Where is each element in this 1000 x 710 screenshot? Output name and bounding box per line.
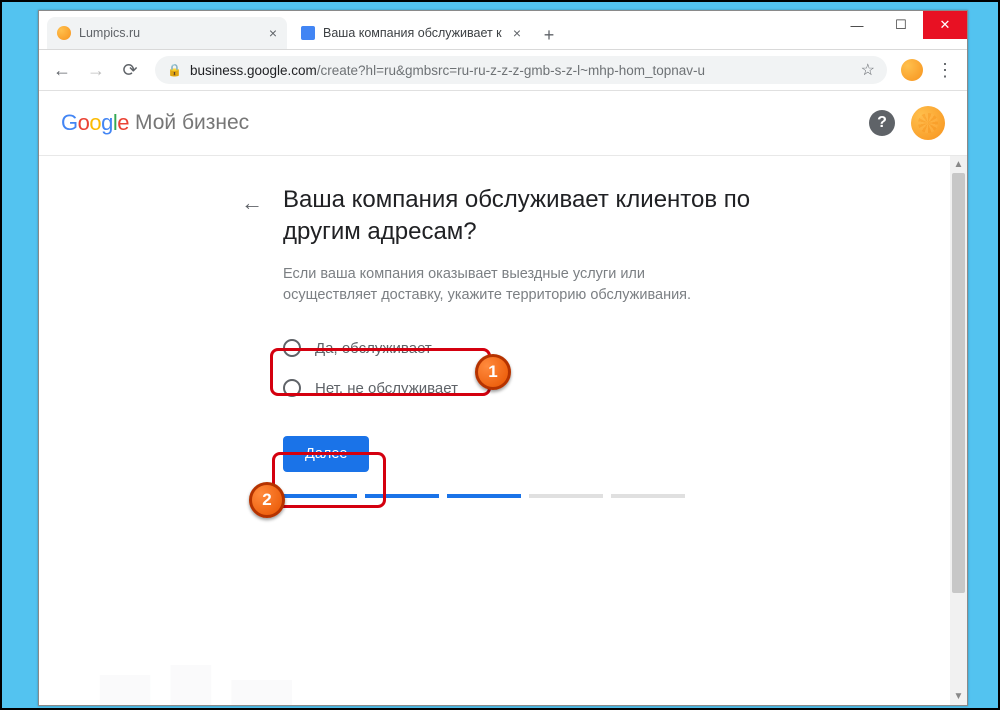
gmb-favicon-icon <box>301 26 315 40</box>
address-bar[interactable]: 🔒 business.google.com/create?hl=ru&gmbsr… <box>155 56 887 84</box>
progress-seg <box>529 494 603 498</box>
minimize-button[interactable]: — <box>835 11 879 39</box>
new-tab-button[interactable]: + <box>535 21 563 49</box>
close-tab-icon[interactable]: × <box>269 25 277 41</box>
radio-label-no: Нет, не обслуживает <box>315 380 458 397</box>
account-avatar[interactable] <box>911 106 945 140</box>
progress-seg <box>283 494 357 498</box>
page-header: Google Мой бизнес ? <box>39 91 967 156</box>
background-skyline-icon <box>39 655 950 705</box>
close-window-button[interactable]: ✕ <box>923 11 967 39</box>
scroll-down-icon[interactable]: ▼ <box>950 688 967 705</box>
extension-orange-icon[interactable] <box>901 59 923 81</box>
next-button[interactable]: Далее <box>283 436 369 472</box>
content-wrap: ← Ваша компания обслуживает клиентов по … <box>39 156 967 705</box>
browser-menu-button[interactable]: ⋮ <box>931 56 959 84</box>
tab-google-business[interactable]: Ваша компания обслуживает к × <box>291 17 531 49</box>
radio-icon <box>283 379 301 397</box>
title-bar: Lumpics.ru × Ваша компания обслуживает к… <box>39 11 967 50</box>
scroll-thumb[interactable] <box>952 173 965 593</box>
url-text: business.google.com/create?hl=ru&gmbsrc=… <box>190 63 853 78</box>
tab-title: Lumpics.ru <box>79 26 263 40</box>
progress-seg <box>447 494 521 498</box>
back-button[interactable]: ← <box>47 55 77 85</box>
scroll-up-icon[interactable]: ▲ <box>950 156 967 173</box>
tab-strip: Lumpics.ru × Ваша компания обслуживает к… <box>39 11 563 49</box>
browser-window: Lumpics.ru × Ваша компания обслуживает к… <box>38 10 968 706</box>
form-description: Если ваша компания оказывает выездные ус… <box>283 264 703 306</box>
maximize-button[interactable]: ☐ <box>879 11 923 39</box>
radio-option-no[interactable]: Нет, не обслуживает <box>283 368 753 408</box>
lock-icon: 🔒 <box>167 63 182 77</box>
form-heading: Ваша компания обслуживает клиентов по др… <box>283 184 753 248</box>
page-content: ← Ваша компания обслуживает клиентов по … <box>39 156 950 705</box>
browser-toolbar: ← → ⟳ 🔒 business.google.com/create?hl=ru… <box>39 50 967 91</box>
progress-bar <box>283 494 753 498</box>
tab-title: Ваша компания обслуживает к <box>323 26 507 40</box>
window-controls: — ☐ ✕ <box>835 11 967 39</box>
radio-option-yes[interactable]: Да, обслуживает <box>283 328 483 368</box>
progress-seg <box>365 494 439 498</box>
orange-favicon-icon <box>57 26 71 40</box>
bookmark-star-icon[interactable]: ☆ <box>861 60 875 80</box>
reload-button[interactable]: ⟳ <box>115 55 145 85</box>
help-button[interactable]: ? <box>869 110 895 136</box>
onboarding-form: ← Ваша компания обслуживает клиентов по … <box>283 184 753 498</box>
forward-button[interactable]: → <box>81 55 111 85</box>
annotation-badge-2: 2 <box>249 482 285 518</box>
form-back-button[interactable]: ← <box>241 190 263 216</box>
radio-icon <box>283 339 301 357</box>
vertical-scrollbar[interactable]: ▲ ▼ <box>950 156 967 705</box>
product-name: Мой бизнес <box>135 111 249 135</box>
progress-seg <box>611 494 685 498</box>
radio-group: Да, обслуживает Нет, не обслуживает <box>283 328 753 408</box>
radio-label-yes: Да, обслуживает <box>315 340 432 357</box>
tab-lumpics[interactable]: Lumpics.ru × <box>47 17 287 49</box>
close-tab-icon[interactable]: × <box>513 25 521 41</box>
google-logo: Google <box>61 110 129 136</box>
